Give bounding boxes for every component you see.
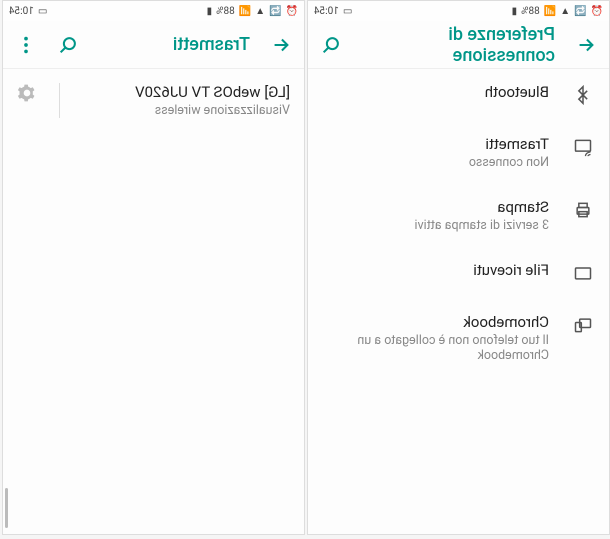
row-title: Stampa — [324, 198, 549, 216]
device-subtitle: Visualizzazione wireless — [82, 103, 290, 118]
row-print[interactable]: Stampa 3 servizi di stampa attivi — [308, 184, 609, 247]
settings-list: Bluetooth Trasmetti Non connesso Stampa … — [308, 69, 609, 534]
sync-icon: 🔄 — [269, 6, 281, 17]
row-subtitle: 3 servizi di stampa attivi — [324, 218, 549, 233]
device-list: [LG] webOS TV UJ620V Visualizzazione wir… — [3, 69, 304, 534]
row-title: Chromebook — [324, 313, 549, 331]
gear-icon[interactable] — [17, 83, 37, 103]
row-subtitle: Non connesso — [324, 155, 549, 170]
wifi-icon: ▲ — [255, 6, 265, 17]
alarm-icon: ⏰ — [286, 6, 298, 17]
row-title: Bluetooth — [324, 83, 549, 101]
row-title: Trasmetti — [324, 135, 549, 153]
alarm-icon: ⏰ — [591, 6, 603, 17]
row-bluetooth[interactable]: Bluetooth — [308, 69, 609, 121]
signal-icon: 📶 — [239, 6, 251, 17]
device-title: [LG] webOS TV UJ620V — [82, 83, 290, 101]
status-bar: ⏰ 🔄 ▲ 📶 88% ▮ ▭ 10:54 — [308, 1, 609, 21]
wifi-icon: ▲ — [560, 6, 570, 17]
devices-icon — [571, 315, 593, 337]
scrollbar[interactable] — [5, 488, 8, 528]
status-bar: ⏰ 🔄 ▲ 📶 88% ▮ ▭ 10:54 — [3, 1, 304, 21]
printer-icon — [571, 200, 593, 222]
row-cast[interactable]: Trasmetti Non connesso — [308, 121, 609, 184]
overflow-menu-icon[interactable] — [15, 34, 37, 56]
phone-screen-cast: ⏰ 🔄 ▲ 📶 88% ▮ ▭ 10:54 Trasmetti [LG] web… — [2, 0, 305, 535]
back-arrow-icon[interactable] — [575, 34, 597, 56]
battery-label: 88% — [521, 6, 540, 17]
battery-label: 88% — [216, 6, 235, 17]
battery-icon: ▮ — [512, 6, 518, 17]
row-chromebook[interactable]: Chromebook Il tuo telefono non è collega… — [308, 299, 609, 377]
row-subtitle: Il tuo telefono non è collegato a un Chr… — [324, 333, 549, 363]
row-files[interactable]: File ricevuti — [308, 247, 609, 299]
back-arrow-icon[interactable] — [270, 34, 292, 56]
device-row[interactable]: [LG] webOS TV UJ620V Visualizzazione wir… — [3, 69, 304, 132]
app-bar: Preferenze di connessione — [308, 21, 609, 69]
phone-screen-preferences: ⏰ 🔄 ▲ 📶 88% ▮ ▭ 10:54 Preferenze di conn… — [307, 0, 610, 535]
page-title: Trasmetti — [99, 34, 250, 55]
bluetooth-icon — [571, 85, 593, 107]
row-title: File ricevuti — [324, 261, 549, 279]
cast-icon — [571, 137, 593, 159]
clock-label: 10:54 — [314, 6, 339, 17]
signal-icon: 📶 — [544, 6, 556, 17]
screenshot-icon: ▭ — [38, 6, 47, 17]
search-icon[interactable] — [57, 34, 79, 56]
app-bar: Trasmetti — [3, 21, 304, 69]
page-title: Preferenze di connessione — [362, 24, 555, 66]
screenshot-icon: ▭ — [343, 6, 352, 17]
clock-label: 10:54 — [9, 6, 34, 17]
battery-icon: ▮ — [207, 6, 213, 17]
divider — [59, 83, 60, 118]
search-icon[interactable] — [320, 34, 342, 56]
sync-icon: 🔄 — [574, 6, 586, 17]
folder-icon — [571, 263, 593, 285]
